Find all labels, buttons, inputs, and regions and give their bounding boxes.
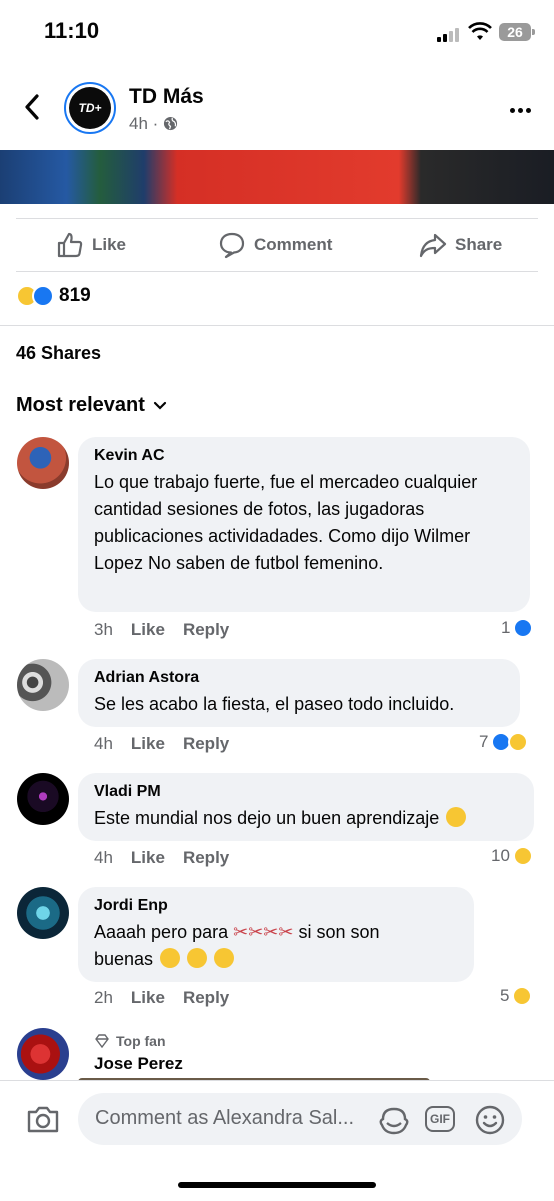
sunglasses-emoji <box>187 948 208 968</box>
sort-dropdown[interactable]: Most relevant <box>16 394 167 417</box>
comment-author[interactable]: Kevin AC <box>94 447 514 465</box>
comment-bubble: Vladi PM Este mundial nos dejo un buen a… <box>78 773 534 841</box>
comment-reactions[interactable]: 1 <box>501 618 534 638</box>
emoji-icon[interactable] <box>474 1104 506 1136</box>
home-indicator[interactable] <box>178 1182 376 1188</box>
page-avatar[interactable]: TD+ <box>64 82 116 134</box>
diamond-icon <box>95 1034 109 1048</box>
wifi-icon <box>468 22 492 40</box>
comment-reply-button[interactable]: Reply <box>183 734 229 754</box>
comment-like-button[interactable]: Like <box>131 848 165 868</box>
comment-time: 4h <box>94 734 113 753</box>
chevron-down-icon <box>153 401 167 410</box>
comment-reactions[interactable]: 7 <box>479 732 529 752</box>
like-reaction-icon <box>513 618 534 638</box>
post-photo[interactable] <box>0 150 554 204</box>
more-options-icon[interactable] <box>510 100 534 118</box>
comment-author[interactable]: Jose Perez <box>94 1054 183 1074</box>
share-label: Share <box>455 235 503 254</box>
comment-reaction-count: 10 <box>491 846 510 865</box>
haha-reaction-icon <box>512 846 533 866</box>
avatar[interactable] <box>17 887 69 939</box>
like-icon <box>57 232 83 258</box>
badge-label: Top fan <box>116 1033 166 1049</box>
comment-time: 4h <box>94 848 113 867</box>
haha-reaction-icon <box>508 732 529 752</box>
top-fan-badge: Top fan <box>94 1033 166 1049</box>
comment-text-content: buenas <box>94 949 154 969</box>
status-time: 11:10 <box>44 18 100 43</box>
comment-actions: 3h Like Reply <box>94 620 229 640</box>
woozy-face-emoji <box>446 807 467 827</box>
share-button[interactable]: Share <box>419 230 502 260</box>
meta-dot: · <box>152 114 159 133</box>
globe-icon <box>164 116 178 131</box>
post-meta: 4h · <box>129 114 178 134</box>
haha-reaction-icon <box>512 986 533 1006</box>
comment-author[interactable]: Adrian Astora <box>94 669 504 687</box>
comment-text-content: Aaaah pero para <box>94 922 229 942</box>
page-name[interactable]: TD Más <box>129 85 204 109</box>
comment-icon <box>219 232 245 259</box>
battery-tip <box>532 29 535 35</box>
back-arrow-icon[interactable] <box>20 92 44 122</box>
comment-placeholder: Comment as Alexandra Sal... <box>95 1107 355 1129</box>
comment-like-button[interactable]: Like <box>131 620 165 640</box>
avatar[interactable] <box>17 437 69 489</box>
avatar-sticker-icon[interactable] <box>377 1105 411 1135</box>
comment-text-content: Este mundial nos dejo un buen aprendizaj… <box>94 808 440 828</box>
battery-icon: 26 <box>499 23 531 41</box>
comment-text: Aaaah pero para ✂✂✂✂ si son son buenas <box>94 919 458 973</box>
comment-reaction-count: 5 <box>500 986 510 1005</box>
comment-bubble: Adrian Astora Se les acabo la fiesta, el… <box>78 659 520 727</box>
reaction-summary[interactable]: 819 <box>16 285 91 307</box>
comment-text: Este mundial nos dejo un buen aprendizaj… <box>94 805 518 832</box>
comment-actions: 4h Like Reply <box>94 734 229 754</box>
divider <box>16 271 538 272</box>
like-reaction-icon <box>32 285 54 307</box>
comment-time: 2h <box>94 988 113 1007</box>
woozy-face-emoji <box>214 948 235 968</box>
signal-icon <box>437 26 463 42</box>
gif-button[interactable]: GIF <box>425 1106 455 1132</box>
avatar[interactable] <box>17 773 69 825</box>
comment-bubble: Jordi Enp Aaaah pero para ✂✂✂✂ si son so… <box>78 887 474 982</box>
comment-button[interactable]: Comment <box>218 230 332 260</box>
comment-text: Se les acabo la fiesta, el paseo todo in… <box>94 694 455 714</box>
avatar[interactable] <box>17 1028 69 1080</box>
camera-icon[interactable] <box>26 1104 60 1134</box>
page-logo-text: TD+ <box>69 87 111 129</box>
comment-reply-button[interactable]: Reply <box>183 988 229 1008</box>
like-button[interactable]: Like <box>56 230 126 260</box>
comment-bubble: Kevin AC Lo que trabajo fuerte, fue el m… <box>78 437 530 612</box>
comment-reaction-count: 1 <box>501 618 511 637</box>
comment-reply-button[interactable]: Reply <box>183 848 229 868</box>
comment-reply-button[interactable]: Reply <box>183 620 229 640</box>
scissors-emoji: ✂✂✂✂ <box>233 922 294 942</box>
comment-like-button[interactable]: Like <box>131 734 165 754</box>
comment-actions: 2h Like Reply <box>94 988 229 1008</box>
divider <box>0 325 554 326</box>
comment-time: 3h <box>94 620 113 639</box>
comment-actions: 4h Like Reply <box>94 848 229 868</box>
comment-text: Lo que trabajo fuerte, fue el mercadeo c… <box>94 472 478 573</box>
post-age: 4h <box>129 114 148 133</box>
divider <box>16 218 538 219</box>
smirk-emoji <box>160 948 181 968</box>
share-icon <box>419 233 447 258</box>
comment-label: Comment <box>254 235 333 254</box>
comment-like-button[interactable]: Like <box>131 988 165 1008</box>
like-label: Like <box>92 235 127 254</box>
reaction-count: 819 <box>59 285 91 306</box>
shares-count[interactable]: 46 Shares <box>16 343 101 364</box>
comment-reaction-count: 7 <box>479 732 489 751</box>
comment-text-content: si son son <box>298 922 380 942</box>
sort-label: Most relevant <box>16 394 145 416</box>
comment-author[interactable]: Vladi PM <box>94 783 518 801</box>
avatar[interactable] <box>17 659 69 711</box>
comment-reactions[interactable]: 10 <box>491 846 533 866</box>
comment-reactions[interactable]: 5 <box>500 986 533 1006</box>
comment-author[interactable]: Jordi Enp <box>94 897 458 915</box>
